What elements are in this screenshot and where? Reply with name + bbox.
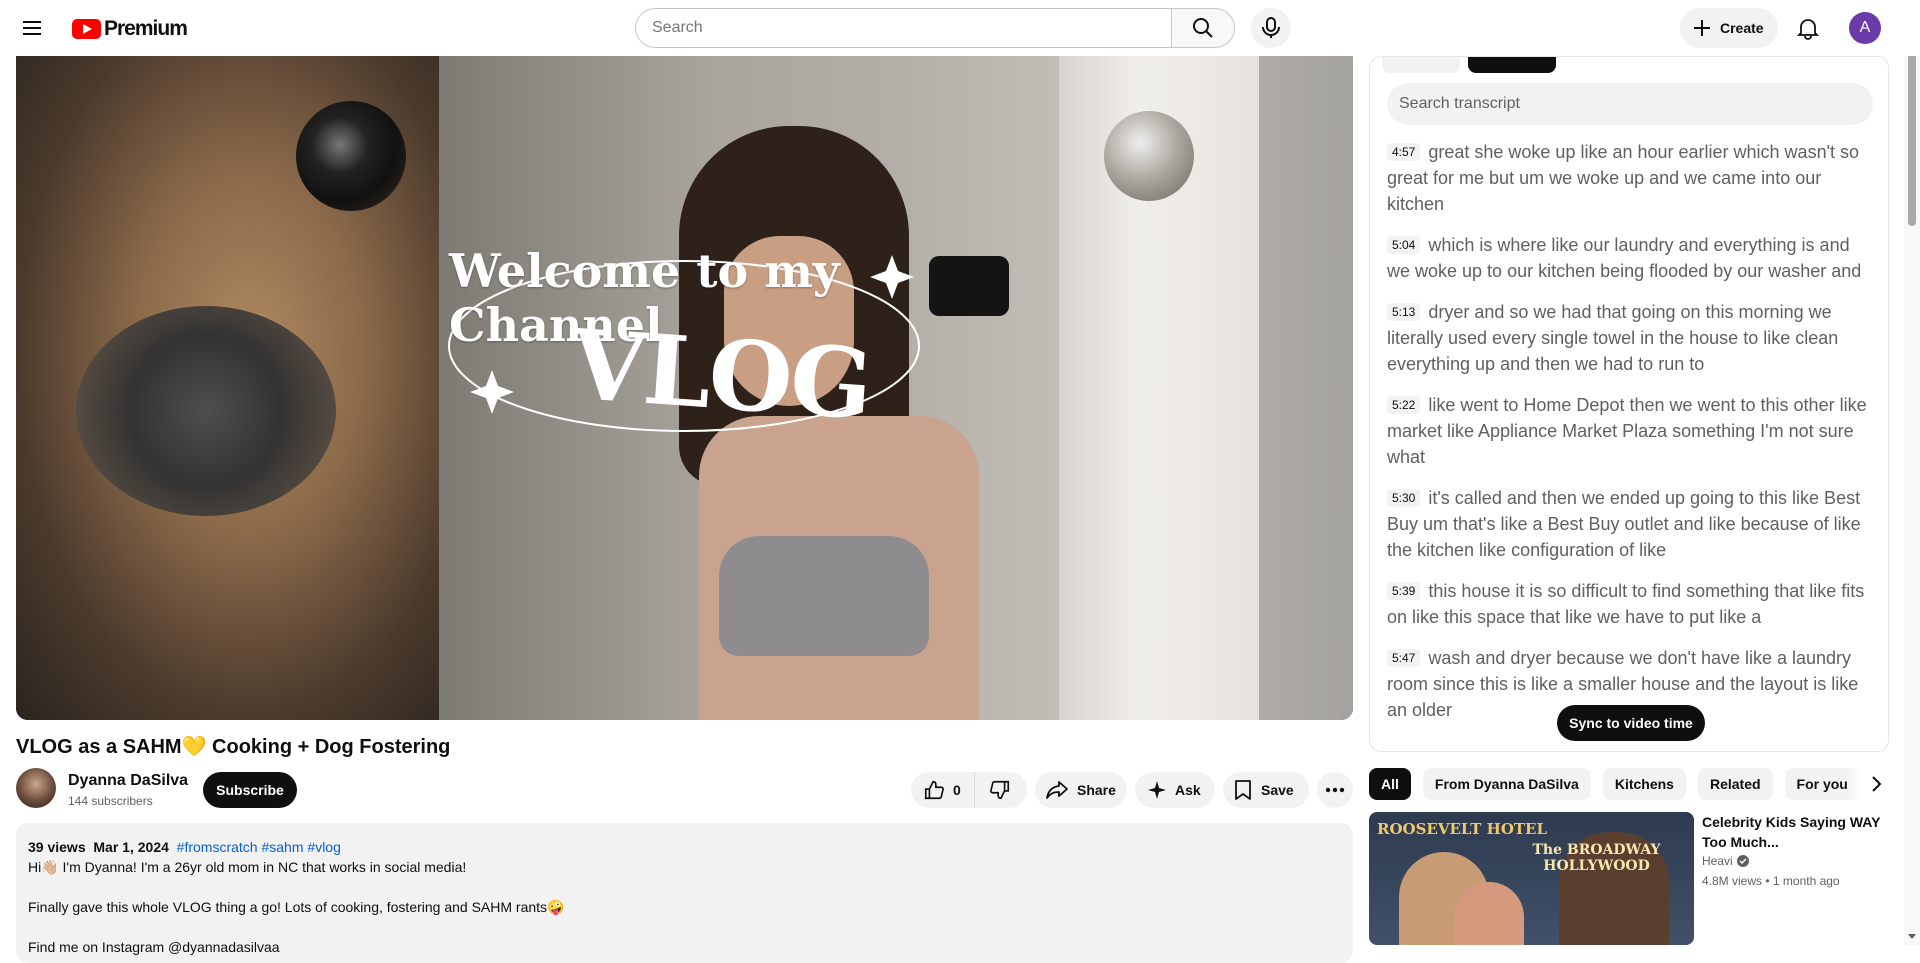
search-icon — [1193, 18, 1213, 38]
segment-text: which is where like our laundry and ever… — [1387, 235, 1862, 281]
description-box[interactable]: 39 views Mar 1, 2024 #fromscratch #sahm … — [16, 823, 1353, 963]
chip-from-channel[interactable]: From Dyanna DaSilva — [1422, 768, 1591, 800]
recommended-video[interactable]: ROOSEVELT HOTEL The BROADWAY HOLLYWOOD C… — [1369, 812, 1889, 945]
verified-check-icon — [1736, 855, 1749, 867]
transcript-segment[interactable]: 5:04 which is where like our laundry and … — [1387, 232, 1873, 284]
recommended-video-title[interactable]: Celebrity Kids Saying WAY Too Much... — [1702, 812, 1882, 852]
youtube-play-icon — [72, 19, 101, 39]
thumbs-up-icon — [924, 780, 944, 800]
voice-search-button[interactable] — [1251, 8, 1291, 48]
transcript-segment[interactable]: 5:13 dryer and so we had that going on th… — [1387, 299, 1873, 377]
thumbnail-sign-text: The BROADWAY HOLLYWOOD — [1532, 842, 1661, 874]
chip-related[interactable]: Related — [1697, 768, 1773, 800]
more-horizontal-icon — [1325, 787, 1345, 793]
transcript-panel: 4:57great she woke up like an hour earli… — [1369, 56, 1889, 752]
share-icon — [1046, 781, 1068, 799]
video-overlay-vlog: VLOG — [567, 307, 875, 442]
create-button[interactable]: Create — [1680, 8, 1778, 48]
share-button[interactable]: Share — [1035, 772, 1127, 808]
segment-timestamp: 4:57 — [1387, 143, 1421, 161]
transcript-segments: 4:57 great she woke up like an hour earli… — [1387, 139, 1873, 738]
description-line: Find me on Instagram @dyannadasilvaa — [28, 939, 280, 955]
recommended-channel-name: Heavi — [1702, 854, 1733, 868]
recommended-video-stats: 4.8M views • 1 month ago — [1702, 874, 1840, 888]
recommendation-chips: All From Dyanna DaSilva Kitchens Related… — [1369, 768, 1889, 800]
channel-name[interactable]: Dyanna DaSilva — [68, 772, 188, 790]
bookmark-icon — [1235, 780, 1251, 800]
description-line: Hi👋🏼 I'm Dyanna! I'm a 26yr old mom in N… — [28, 859, 467, 875]
video-player[interactable]: Welcome to my Channel VLOG — [16, 56, 1353, 720]
video-title: VLOG as a SAHM💛 Cooking + Dog Fostering — [16, 736, 451, 758]
dislike-button[interactable] — [975, 772, 1025, 808]
search-button[interactable] — [1171, 8, 1235, 48]
chevron-right-icon — [1872, 776, 1882, 792]
thumbs-down-icon — [990, 780, 1010, 800]
page-scrollbar[interactable] — [1904, 30, 1920, 945]
segment-timestamp: 5:47 — [1387, 649, 1421, 667]
segment-timestamp: 5:39 — [1387, 582, 1421, 600]
search-input[interactable] — [635, 8, 1171, 48]
save-button[interactable]: Save — [1223, 772, 1309, 808]
microphone-icon — [1262, 17, 1280, 38]
scrollbar-thumb[interactable] — [1908, 36, 1916, 226]
notifications-button[interactable] — [1788, 8, 1828, 48]
segment-text: this house it is so difficult to find so… — [1387, 581, 1865, 627]
transcript-segment[interactable]: 5:39 this house it is so difficult to fin… — [1387, 578, 1873, 630]
segment-text: dryer and so we had that going on this m… — [1387, 302, 1839, 374]
logo-text: Premium — [104, 17, 188, 40]
transcript-search-input[interactable] — [1387, 83, 1873, 125]
top-bar: Premium Create A — [0, 0, 1920, 56]
account-avatar[interactable]: A — [1849, 12, 1881, 44]
scroll-down-arrow-icon[interactable] — [1908, 934, 1916, 939]
search-bar — [635, 8, 1235, 48]
transcript-segment[interactable]: 4:57 great she woke up like an hour earli… — [1387, 139, 1873, 217]
bell-icon — [1797, 19, 1819, 40]
recommended-channel[interactable]: Heavi — [1702, 854, 1749, 868]
like-count: 0 — [953, 782, 961, 798]
like-dislike-group: 0 — [911, 772, 1027, 808]
transcript-segment[interactable]: 5:30 it's called and then we ended up goi… — [1387, 485, 1873, 563]
sparkle-icon — [1148, 781, 1166, 799]
chip-kitchens[interactable]: Kitchens — [1602, 768, 1686, 800]
panel-tab-active[interactable] — [1468, 57, 1556, 73]
description-line: Finally gave this whole VLOG thing a go!… — [28, 899, 565, 915]
subscribe-button[interactable]: Subscribe — [203, 772, 297, 808]
upload-date: Mar 1, 2024 — [93, 839, 169, 855]
segment-text: it's called and then we ended up going t… — [1387, 488, 1861, 560]
panel-tab[interactable] — [1382, 57, 1460, 73]
more-actions-button[interactable] — [1317, 772, 1353, 808]
segment-text: like went to Home Depot then we went to … — [1387, 395, 1867, 467]
segment-timestamp: 5:04 — [1387, 236, 1421, 254]
segment-timestamp: 5:22 — [1387, 396, 1421, 414]
thumbnail-sign-text: ROOSEVELT HOTEL — [1377, 820, 1548, 838]
hamburger-menu-icon[interactable] — [20, 16, 44, 40]
plus-icon — [1694, 20, 1710, 36]
share-label: Share — [1077, 782, 1116, 798]
subscriber-count: 144 subscribers — [68, 794, 153, 808]
hashtag-link[interactable]: #fromscratch — [177, 839, 258, 855]
recommended-video-thumbnail[interactable]: ROOSEVELT HOTEL The BROADWAY HOLLYWOOD — [1369, 812, 1694, 945]
segment-timestamp: 5:13 — [1387, 303, 1421, 321]
save-label: Save — [1261, 782, 1294, 798]
transcript-segment[interactable]: 5:22 like went to Home Depot then we went… — [1387, 392, 1873, 470]
segment-timestamp: 5:30 — [1387, 489, 1421, 507]
segment-text: great she woke up like an hour earlier w… — [1387, 142, 1860, 214]
view-count: 39 views — [28, 839, 86, 855]
sync-to-video-time-button[interactable]: Sync to video time — [1557, 705, 1705, 741]
ask-label: Ask — [1175, 782, 1201, 798]
youtube-premium-logo[interactable]: Premium — [72, 17, 188, 41]
like-button[interactable]: 0 — [911, 772, 975, 808]
ask-button[interactable]: Ask — [1135, 772, 1215, 808]
hashtag-link[interactable]: #sahm — [261, 839, 303, 855]
create-label: Create — [1720, 20, 1764, 36]
channel-avatar[interactable] — [16, 768, 56, 808]
chips-next-button[interactable] — [1846, 768, 1886, 800]
hashtag-link[interactable]: #vlog — [307, 839, 340, 855]
chip-all[interactable]: All — [1369, 768, 1411, 800]
